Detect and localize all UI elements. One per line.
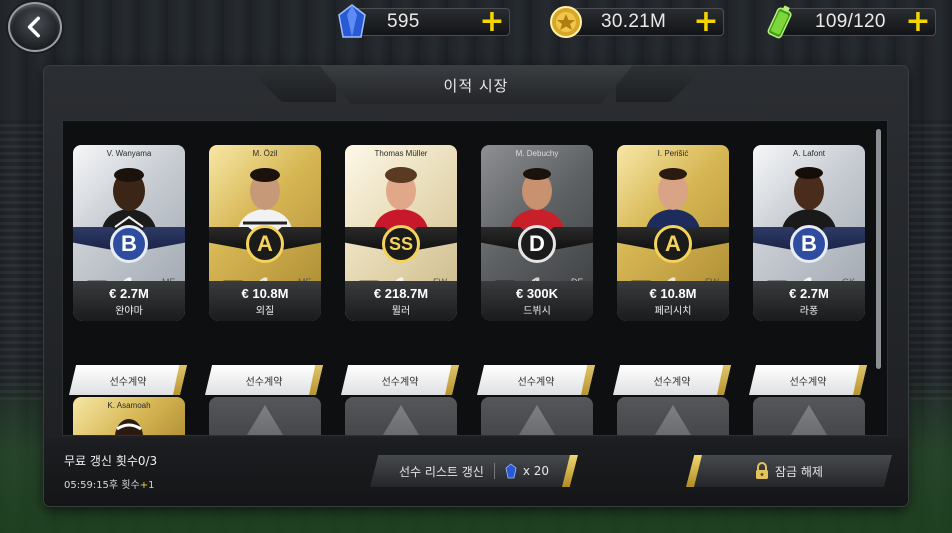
player-portrait: [509, 168, 565, 235]
blue-gem-icon: [338, 4, 366, 38]
chevron-left-icon: [27, 16, 40, 38]
player-card[interactable]: I. Perišić A 1 FW MF € 10.8M 페리시치: [617, 145, 729, 321]
player-card[interactable]: A. Lafont B 1 GK € 2.7M 라퐁: [753, 145, 865, 321]
unlock-label: 잠금 해제: [775, 464, 823, 479]
player-portrait: [115, 419, 143, 435]
free-refresh-count: 무료 갱신 횟수0/3: [64, 454, 158, 468]
page-title: 이적 시장: [443, 76, 509, 95]
contract-button[interactable]: 선수계약: [205, 365, 323, 395]
player-card[interactable]: M. Özil A 1 MF € 10.8M 외질: [209, 145, 321, 321]
refresh-label: 선수 리스트 갱신: [398, 464, 484, 479]
player-price: € 218.7M: [373, 286, 429, 301]
card-player-name: M. Debuchy: [515, 149, 559, 158]
player-price: € 2.7M: [789, 286, 829, 301]
timer-plus: +1: [139, 480, 155, 491]
contract-button[interactable]: 선수계약: [613, 365, 731, 395]
lock-triangle-icon: [507, 405, 567, 435]
energy-battery-icon: [767, 5, 792, 39]
player-price: € 10.8M: [241, 286, 289, 301]
player-list[interactable]: V. Wanyama B 1 MF € 2.7M 완야마 선수계약 M. Ö: [62, 120, 888, 436]
locked-slot: [617, 397, 729, 435]
refresh-cost: x 20: [522, 464, 550, 478]
refresh-timer: 05:59:15후 횟수+1: [64, 476, 154, 491]
grade-badge: A: [654, 225, 692, 263]
card-player-name: A. Lafont: [792, 149, 826, 158]
gold-coin-icon: [550, 6, 582, 38]
player-korean-name: 라퐁: [799, 306, 819, 317]
player-price: € 10.8M: [649, 286, 697, 301]
lock-triangle-icon: [643, 405, 703, 435]
card-player-name: I. Perišić: [657, 149, 689, 158]
card-player-name: K. Asamoah: [107, 401, 151, 410]
unlock-button[interactable]: 잠금 해제: [686, 455, 892, 487]
player-slot: Thomas Müller SS 1 FW MF € 218.7M 뮐러 선수계…: [341, 145, 461, 395]
player-korean-name: 외질: [255, 306, 275, 317]
player-korean-name: 페리시치: [654, 306, 692, 317]
player-slot: I. Perišić A 1 FW MF € 10.8M 페리시치 선수계약: [613, 145, 733, 395]
player-card[interactable]: V. Wanyama B 1 MF € 2.7M 완야마: [73, 145, 185, 321]
refresh-list-button[interactable]: 선수 리스트 갱신 x 20: [370, 455, 578, 487]
player-portrait: [373, 167, 429, 235]
add-coin-button[interactable]: +: [693, 7, 719, 37]
lock-triangle-icon: [371, 405, 431, 435]
player-korean-name: 드뷔시: [523, 306, 551, 317]
player-portrait: [781, 167, 837, 235]
lock-triangle-icon: [235, 405, 295, 435]
player-korean-name: 뮐러: [391, 306, 411, 317]
add-gem-button[interactable]: +: [479, 7, 505, 37]
lock-triangle-icon: [779, 405, 839, 435]
player-price: € 2.7M: [109, 286, 149, 301]
grade-badge: B: [790, 225, 828, 263]
back-button[interactable]: [8, 2, 62, 52]
player-card-partial[interactable]: K. Asamoah: [73, 397, 185, 435]
card-player-name: V. Wanyama: [106, 149, 152, 158]
grade-badge: A: [246, 225, 284, 263]
contract-button[interactable]: 선수계약: [477, 365, 595, 395]
locked-slot: [481, 397, 593, 435]
player-price: € 300K: [516, 286, 558, 301]
lock-icon: [756, 462, 768, 479]
contract-button[interactable]: 선수계약: [69, 365, 187, 395]
locked-slot: [345, 397, 457, 435]
add-energy-button[interactable]: +: [905, 7, 931, 37]
player-portrait: [101, 168, 157, 235]
player-slot: A. Lafont B 1 GK € 2.7M 라퐁 선수계약: [749, 145, 869, 395]
locked-slot: [209, 397, 321, 435]
title-tab: 이적 시장: [320, 66, 632, 104]
card-player-name: M. Özil: [252, 149, 278, 158]
card-player-name: Thomas Müller: [374, 149, 428, 158]
coin-currency: 30.21M +: [550, 6, 724, 38]
gem-currency: 595 +: [338, 4, 510, 38]
grade-badge: SS: [382, 225, 420, 263]
grade-badge: D: [518, 225, 556, 263]
blue-gem-icon: [505, 463, 517, 479]
player-card[interactable]: Thomas Müller SS 1 FW MF € 218.7M 뮐러: [345, 145, 457, 321]
contract-button[interactable]: 선수계약: [749, 365, 867, 395]
player-portrait: [645, 168, 701, 235]
divider: [493, 463, 495, 479]
player-card[interactable]: M. Debuchy D 1 DF MF € 300K 드뷔시: [481, 145, 593, 321]
energy-currency: 109/120 +: [767, 5, 936, 39]
timer-text: 05:59:15후 횟수: [64, 480, 140, 491]
player-slot: V. Wanyama B 1 MF € 2.7M 완야마 선수계약: [69, 145, 189, 395]
scrollbar[interactable]: [876, 129, 881, 369]
player-slot: M. Özil A 1 MF € 10.8M 외질 선수계약: [205, 145, 325, 395]
player-korean-name: 완야마: [115, 306, 143, 317]
player-portrait: [237, 168, 293, 235]
grade-badge: B: [110, 225, 148, 263]
player-slot: M. Debuchy D 1 DF MF € 300K 드뷔시 선수계약: [477, 145, 597, 395]
contract-button[interactable]: 선수계약: [341, 365, 459, 395]
locked-slot: [753, 397, 865, 435]
